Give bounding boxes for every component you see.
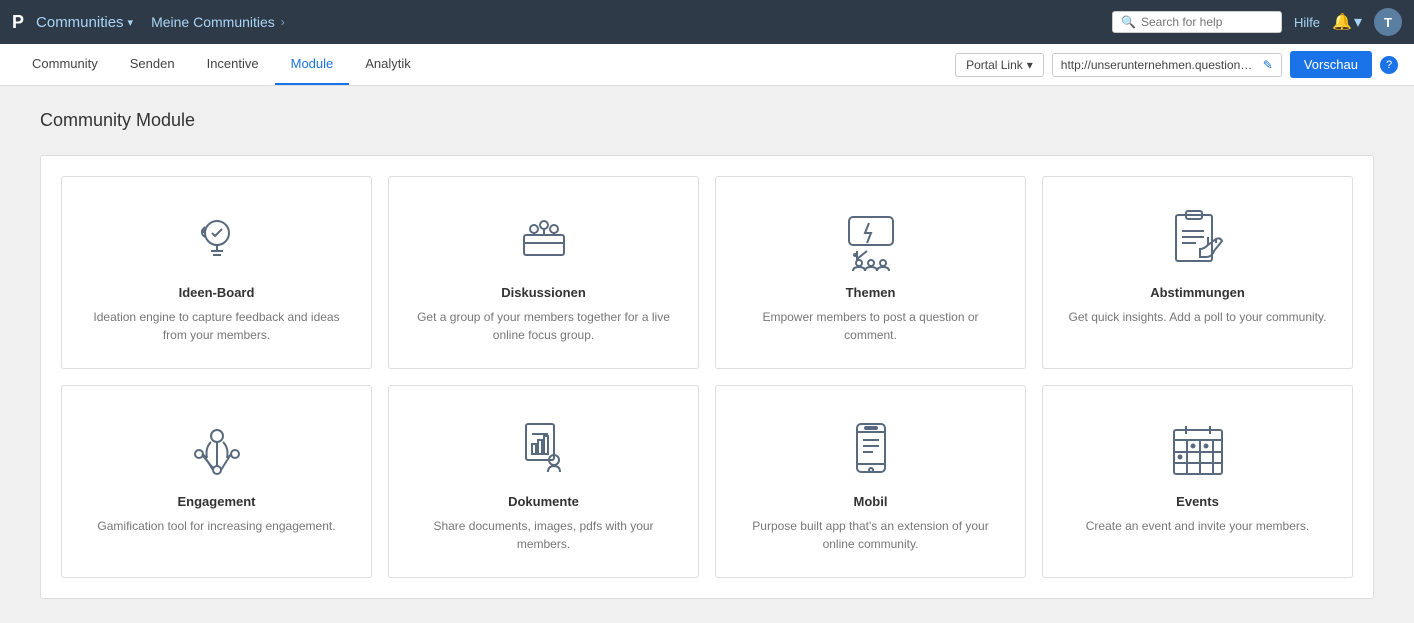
nav-item-analytik[interactable]: Analytik [349, 44, 427, 85]
module-desc-events: Create an event and invite your members. [1086, 517, 1309, 535]
module-desc-themen: Empower members to post a question or co… [736, 308, 1005, 344]
help-label[interactable]: Hilfe [1294, 15, 1320, 30]
module-name-themen: Themen [846, 285, 896, 300]
portal-url-text: http://unserunternehmen.questionpro.e [1061, 58, 1259, 72]
breadcrumb-arrow: › [281, 15, 285, 29]
search-input[interactable] [1141, 15, 1273, 29]
module-card-abstimmungen[interactable]: Abstimmungen Get quick insights. Add a p… [1042, 176, 1353, 369]
diskussionen-icon [512, 207, 576, 271]
ideen-board-icon [185, 207, 249, 271]
module-row-2: Engagement Gamification tool for increas… [61, 385, 1353, 578]
app-logo: P [12, 12, 24, 33]
sub-nav-right: Portal Link ▾ http://unserunternehmen.qu… [955, 51, 1398, 78]
portal-link-button[interactable]: Portal Link ▾ [955, 53, 1044, 77]
module-desc-dokumente: Share documents, images, pdfs with your … [409, 517, 678, 553]
module-card-ideen-board[interactable]: Ideen-Board Ideation engine to capture f… [61, 176, 372, 369]
bell-chevron-icon: ▾ [1354, 12, 1362, 32]
top-bar-left: P Communities ▾ Meine Communities › [12, 12, 285, 33]
module-name-diskussionen: Diskussionen [501, 285, 586, 300]
portal-link-chevron-icon: ▾ [1027, 58, 1033, 72]
sub-nav: Community Senden Incentive Module Analyt… [0, 44, 1414, 86]
abstimmungen-icon [1166, 207, 1230, 271]
search-box[interactable]: 🔍 [1112, 11, 1282, 33]
avatar[interactable]: T [1374, 8, 1402, 36]
nav-item-senden[interactable]: Senden [114, 44, 191, 85]
events-icon [1166, 416, 1230, 480]
module-name-ideen-board: Ideen-Board [179, 285, 255, 300]
mobil-icon [839, 416, 903, 480]
preview-button[interactable]: Vorschau [1290, 51, 1372, 78]
themen-icon [839, 207, 903, 271]
bell-icon: 🔔 [1332, 12, 1352, 32]
edit-icon[interactable]: ✎ [1263, 58, 1273, 72]
nav-item-module[interactable]: Module [275, 44, 350, 85]
top-bar: P Communities ▾ Meine Communities › 🔍 Hi… [0, 0, 1414, 44]
nav-item-incentive[interactable]: Incentive [191, 44, 275, 85]
engagement-icon [185, 416, 249, 480]
module-name-mobil: Mobil [854, 494, 888, 509]
module-grid: Ideen-Board Ideation engine to capture f… [40, 155, 1374, 599]
module-name-dokumente: Dokumente [508, 494, 579, 509]
breadcrumb: Meine Communities › [151, 14, 285, 30]
portal-link-label: Portal Link [966, 58, 1023, 72]
app-name-label: Communities [36, 14, 124, 31]
help-circle-icon[interactable]: ? [1380, 56, 1398, 74]
module-desc-abstimmungen: Get quick insights. Add a poll to your c… [1069, 308, 1327, 326]
module-name-engagement: Engagement [177, 494, 255, 509]
module-card-events[interactable]: Events Create an event and invite your m… [1042, 385, 1353, 578]
module-desc-diskussionen: Get a group of your members together for… [409, 308, 678, 344]
chevron-down-icon: ▾ [128, 16, 134, 29]
module-row-1: Ideen-Board Ideation engine to capture f… [61, 176, 1353, 369]
module-desc-engagement: Gamification tool for increasing engagem… [97, 517, 335, 535]
module-name-events: Events [1176, 494, 1219, 509]
module-card-diskussionen[interactable]: Diskussionen Get a group of your members… [388, 176, 699, 369]
app-name-dropdown[interactable]: Communities ▾ [36, 14, 133, 31]
module-card-dokumente[interactable]: Dokumente Share documents, images, pdfs … [388, 385, 699, 578]
module-name-abstimmungen: Abstimmungen [1150, 285, 1245, 300]
search-icon: 🔍 [1121, 15, 1136, 29]
module-card-themen[interactable]: Themen Empower members to post a questio… [715, 176, 1026, 369]
nav-item-community[interactable]: Community [16, 44, 114, 85]
sub-nav-items: Community Senden Incentive Module Analyt… [16, 44, 427, 85]
top-bar-right: 🔍 Hilfe 🔔 ▾ T [1112, 8, 1402, 36]
portal-url-box: http://unserunternehmen.questionpro.e ✎ [1052, 53, 1282, 77]
main-content: Community Module [0, 86, 1414, 623]
page-title: Community Module [40, 110, 1374, 131]
notification-bell[interactable]: 🔔 ▾ [1332, 12, 1362, 32]
module-desc-ideen-board: Ideation engine to capture feedback and … [82, 308, 351, 344]
breadcrumb-label: Meine Communities [151, 14, 275, 30]
module-card-engagement[interactable]: Engagement Gamification tool for increas… [61, 385, 372, 578]
dokumente-icon [512, 416, 576, 480]
module-desc-mobil: Purpose built app that's an extension of… [736, 517, 1005, 553]
module-card-mobil[interactable]: Mobil Purpose built app that's an extens… [715, 385, 1026, 578]
